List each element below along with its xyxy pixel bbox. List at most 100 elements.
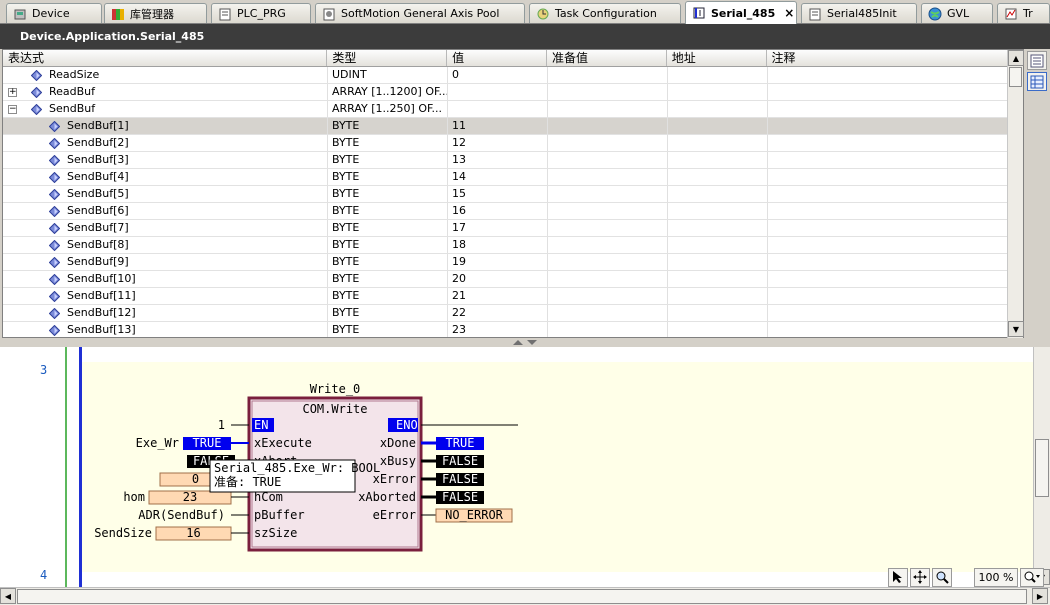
pointer-tool-button[interactable]: [888, 567, 908, 587]
watch-row[interactable]: ReadSize UDINT 0: [3, 67, 1023, 84]
prepared-value-cell[interactable]: [548, 322, 668, 337]
tab-serial485init[interactable]: Serial485Init: [801, 3, 917, 23]
watch-row[interactable]: SendBuf[9] BYTE 19: [3, 254, 1023, 271]
prepared-value-cell[interactable]: [548, 237, 668, 253]
prepared-value-cell[interactable]: [548, 288, 668, 304]
watch-row[interactable]: − SendBuf ARRAY [1..250] OF...: [3, 101, 1023, 118]
prepared-value-cell[interactable]: [548, 305, 668, 321]
tab-softmotion-general-axis-pool[interactable]: SoftMotion General Axis Pool: [315, 3, 525, 23]
variable-icon: [49, 189, 60, 200]
watch-row[interactable]: SendBuf[13] BYTE 23: [3, 322, 1023, 337]
prepared-value-cell[interactable]: [548, 186, 668, 202]
variable-icon: [49, 291, 60, 302]
scroll-down-arrow-icon[interactable]: ▼: [1008, 321, 1024, 337]
prepared-value-cell[interactable]: [548, 67, 668, 83]
properties-view-button[interactable]: [1027, 51, 1047, 70]
watch-vertical-scrollbar[interactable]: ▲ ▼: [1007, 50, 1024, 338]
tab-[interactable]: 库管理器: [104, 3, 207, 23]
watch-row[interactable]: SendBuf[12] BYTE 22: [3, 305, 1023, 322]
table-view-button[interactable]: [1027, 72, 1047, 91]
tab-gvl[interactable]: GVL: [921, 3, 993, 23]
library-manager-icon: [112, 8, 124, 20]
prepared-value-cell[interactable]: [548, 152, 668, 168]
prepared-value-cell[interactable]: [548, 271, 668, 287]
comment-cell: [768, 203, 1023, 219]
watch-row[interactable]: + ReadBuf ARRAY [1..1200] OF...: [3, 84, 1023, 101]
prepared-value-cell[interactable]: [548, 220, 668, 236]
watch-row[interactable]: SendBuf[3] BYTE 13: [3, 152, 1023, 169]
prepared-value-cell[interactable]: [548, 203, 668, 219]
horizontal-scroll-thumb[interactable]: [17, 589, 1027, 604]
ladder-scroll-thumb[interactable]: [1035, 439, 1049, 497]
zoom-level[interactable]: 100 %: [974, 567, 1018, 587]
column-header[interactable]: 地址: [667, 50, 767, 66]
en-input-value: 1: [218, 418, 225, 432]
watch-row[interactable]: SendBuf[4] BYTE 14: [3, 169, 1023, 186]
watch-row[interactable]: SendBuf[8] BYTE 18: [3, 237, 1023, 254]
column-header[interactable]: 准备值: [547, 50, 667, 66]
watch-row[interactable]: SendBuf[6] BYTE 16: [3, 203, 1023, 220]
address-cell: [668, 118, 768, 134]
tooltip-line-1: Serial_485.Exe_Wr: BOOL: [214, 461, 380, 475]
column-header[interactable]: 注释: [767, 50, 1023, 66]
watch-row[interactable]: SendBuf[2] BYTE 12: [3, 135, 1023, 152]
expression-cell: SendBuf[12]: [3, 305, 328, 321]
address-cell: [668, 288, 768, 304]
expression-name: SendBuf[8]: [67, 238, 129, 251]
fb-instance-name[interactable]: Write_0: [310, 382, 361, 396]
tab-task-configuration[interactable]: Task Configuration: [529, 3, 681, 23]
zoom-menu-button[interactable]: [1020, 567, 1044, 587]
expression-cell: SendBuf[7]: [3, 220, 328, 236]
pan-tool-button[interactable]: [910, 567, 930, 587]
watch-row[interactable]: SendBuf[11] BYTE 21: [3, 288, 1023, 305]
variable-icon: [31, 87, 42, 98]
prepared-value-cell[interactable]: [548, 254, 668, 270]
watch-row[interactable]: SendBuf[7] BYTE 17: [3, 220, 1023, 237]
column-header[interactable]: 类型: [327, 50, 448, 66]
type-cell: BYTE: [328, 288, 448, 304]
magnifier-tool-button[interactable]: [932, 567, 952, 587]
expression-name: SendBuf[2]: [67, 136, 129, 149]
column-header[interactable]: 表达式: [3, 50, 328, 66]
comment-cell: [768, 322, 1023, 337]
comment-cell: [768, 135, 1023, 151]
expression-cell: SendBuf[2]: [3, 135, 328, 151]
expression-cell: + ReadBuf: [3, 84, 328, 100]
expression-cell: SendBuf[1]: [3, 118, 328, 134]
address-cell: [668, 84, 768, 100]
tab-serial-485[interactable]: Serial_485 ×: [685, 1, 797, 24]
watch-row[interactable]: SendBuf[10] BYTE 20: [3, 271, 1023, 288]
scroll-right-arrow-icon[interactable]: ▶: [1032, 588, 1048, 604]
prepared-value-cell[interactable]: [548, 135, 668, 151]
comment-cell: [768, 271, 1023, 287]
ladder-editor[interactable]: 3 4 Write_0 COM.Write 1 EN ENO xExecute T…: [0, 347, 1050, 587]
value-cell: [448, 84, 548, 100]
tab-plc-prg[interactable]: PLC_PRG: [211, 3, 311, 23]
output-value: FALSE: [442, 454, 478, 468]
zoom-controls: 100 %: [888, 567, 1044, 587]
tab-tr[interactable]: Tr: [997, 3, 1050, 23]
watch-row[interactable]: SendBuf[5] BYTE 15: [3, 186, 1023, 203]
watch-row[interactable]: SendBuf[1] BYTE 11: [3, 118, 1023, 135]
column-header[interactable]: 值: [447, 50, 547, 66]
expand-icon[interactable]: +: [8, 88, 17, 97]
close-tab-icon[interactable]: ×: [784, 6, 794, 20]
scroll-thumb[interactable]: [1009, 67, 1022, 87]
magnifier-icon: [936, 571, 949, 584]
tab-device[interactable]: Device: [6, 3, 102, 23]
prepared-value-cell[interactable]: [548, 84, 668, 100]
expression-name: SendBuf[1]: [67, 119, 129, 132]
scroll-up-arrow-icon[interactable]: ▲: [1008, 50, 1024, 66]
pane-splitter[interactable]: [0, 338, 1050, 347]
prepared-value-cell[interactable]: [548, 118, 668, 134]
ladder-horizontal-scrollbar[interactable]: ◀ ▶: [0, 587, 1050, 605]
expression-cell: − SendBuf: [3, 101, 328, 117]
expression-cell: SendBuf[8]: [3, 237, 328, 253]
expression-cell: SendBuf[5]: [3, 186, 328, 202]
ladder-vertical-scrollbar[interactable]: ▼: [1033, 347, 1050, 587]
scroll-left-arrow-icon[interactable]: ◀: [0, 588, 16, 604]
prepared-value-cell[interactable]: [548, 169, 668, 185]
variable-icon: [49, 308, 60, 319]
collapse-icon[interactable]: −: [8, 105, 17, 114]
prepared-value-cell[interactable]: [548, 101, 668, 117]
